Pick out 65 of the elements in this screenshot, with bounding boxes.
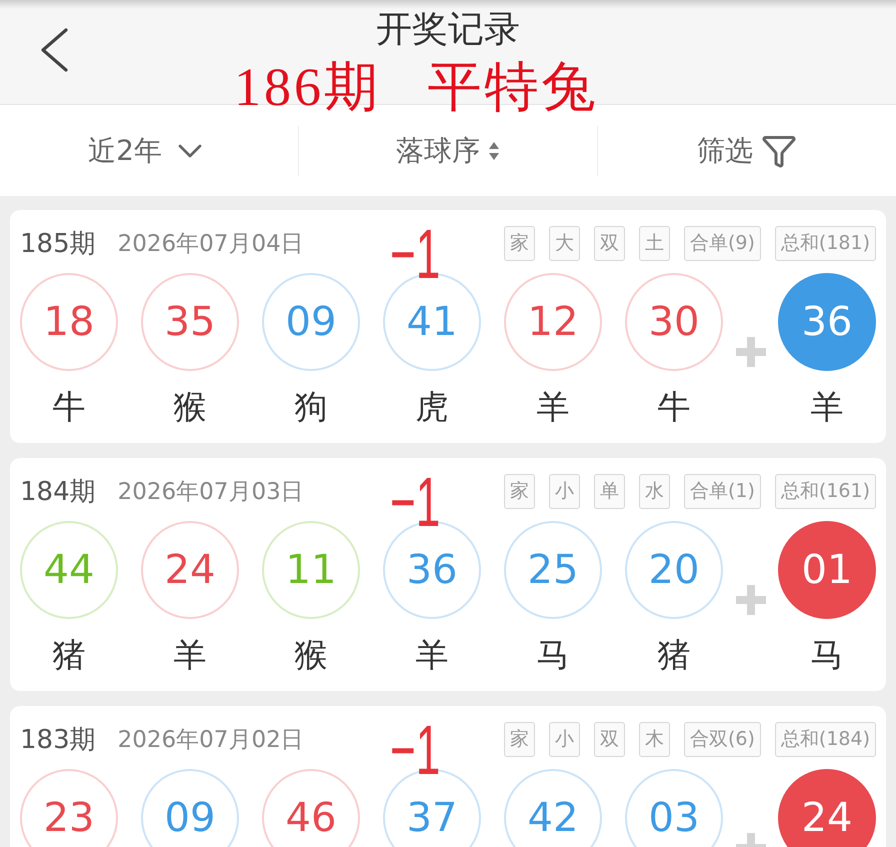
draw-date: 2026年07月03日 [118,478,304,506]
attribute-tag: 家 [504,474,535,508]
overlay-caption: 186期 平特兔 [234,56,598,118]
attribute-tag: 单 [594,474,625,508]
attribute-tag: 家 [504,722,535,756]
number-ball: 46 [262,769,360,847]
attribute-tag: 水 [638,474,670,508]
number-ball: 03 [625,769,723,847]
draw-date: 2026年07月02日 [118,726,304,754]
number-ball: 44 [20,521,118,619]
zodiac-label: 猴 [174,389,206,425]
attribute-tag: 合单(1) [684,474,761,508]
zodiac-label: 马 [810,637,844,673]
filter-option-button[interactable]: 近2年 [82,126,216,174]
zodiac-label: 羊 [536,389,570,425]
zodiac-label: 羊 [810,389,844,425]
zodiac-label: 牛 [52,389,86,425]
special-number-ball: 01 [778,521,876,619]
number-ball: 18 [20,273,118,371]
zodiac-label: 猴 [294,637,328,673]
number-ball: 12 [504,273,602,371]
attribute-tag: 家 [504,226,535,260]
number-ball: 35 [141,273,239,371]
zodiac-label: 虎 [416,389,448,425]
number-ball: 11 [262,521,360,619]
number-ball: 42 [504,769,602,847]
zodiac-label: 羊 [174,637,206,673]
plus-icon [736,585,766,615]
special-number-ball: 36 [778,273,876,371]
attribute-tag: 小 [548,474,580,508]
zodiac-label: 羊 [416,637,448,673]
number-ball: 25 [504,521,602,619]
number-ball: 09 [141,769,239,847]
chevron-left-icon [39,28,69,72]
issue-number: 184期 [20,476,96,508]
attribute-tag: 双 [594,722,625,756]
zodiac-label: 牛 [658,389,690,425]
number-ball: 24 [141,521,239,619]
sort-icon [488,140,500,160]
zodiac-label: 猪 [52,637,86,673]
number-ball: 23 [20,769,118,847]
page-title: 开奖记录 [375,8,521,52]
attribute-tag: 总和(184) [774,722,876,756]
zodiac-label: 狗 [294,389,328,425]
attribute-tag: 双 [594,226,625,260]
plus-icon [736,337,766,367]
attribute-tag: 木 [638,722,670,756]
attribute-tag: 合单(9) [684,226,761,260]
number-ball: 09 [262,273,360,371]
number-ball: 30 [625,273,723,371]
filter-option-button[interactable]: 落球序 [390,128,506,174]
attribute-tag: 总和(161) [774,474,876,508]
issue-number: 183期 [20,724,96,756]
attribute-tag: 总和(181) [774,226,876,260]
attribute-tag: 小 [548,722,580,756]
attribute-tag: 土 [638,226,670,260]
filter-option-button[interactable]: 筛选 [691,128,803,174]
draw-date: 2026年07月04日 [118,230,304,258]
zodiac-label: 猪 [658,637,690,673]
number-ball: 20 [625,521,723,619]
attribute-tag: 大 [548,226,580,260]
attribute-tag: 合双(6) [684,722,761,756]
zodiac-label: 马 [536,637,570,673]
special-number-ball: 24 [778,769,876,847]
issue-number: 185期 [20,228,96,260]
